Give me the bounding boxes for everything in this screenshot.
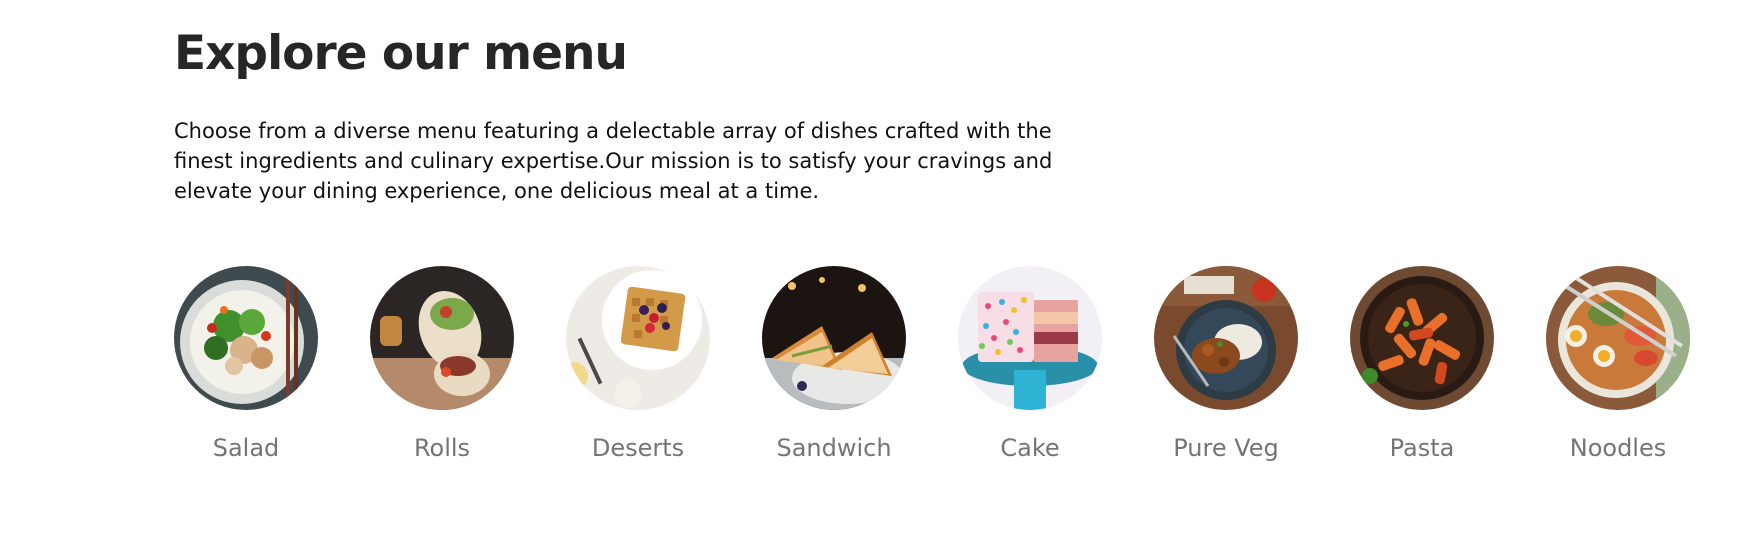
category-label: Cake — [1000, 434, 1060, 462]
category-label: Rolls — [413, 434, 471, 462]
noodles-image[interactable] — [1546, 266, 1690, 410]
menu-title: Explore our menu — [174, 26, 628, 81]
rolls-image[interactable] — [370, 266, 514, 410]
category-label: Noodles — [1569, 434, 1667, 462]
category-item-pasta[interactable]: Pasta — [1350, 266, 1494, 462]
category-label: Sandwich — [776, 434, 892, 462]
category-label: Salad — [212, 434, 280, 462]
category-label: Pasta — [1389, 434, 1455, 462]
category-item-sandwich[interactable]: Sandwich — [762, 266, 906, 462]
category-item-salad[interactable]: Salad — [174, 266, 318, 462]
category-item-deserts[interactable]: Deserts — [566, 266, 710, 462]
category-item-pure-veg[interactable]: Pure Veg — [1154, 266, 1298, 462]
salad-image[interactable] — [174, 266, 318, 410]
pasta-image[interactable] — [1350, 266, 1494, 410]
category-label: Deserts — [591, 434, 685, 462]
sandwich-image[interactable] — [762, 266, 906, 410]
cake-image[interactable] — [958, 266, 1102, 410]
deserts-image[interactable] — [566, 266, 710, 410]
category-label: Pure Veg — [1173, 434, 1279, 462]
menu-description: Choose from a diverse menu featuring a d… — [174, 119, 1053, 203]
category-item-noodles[interactable]: Noodles — [1546, 266, 1690, 462]
category-list: Salad Rolls Deserts Sandwich Cake Pure V… — [174, 266, 1690, 462]
category-item-cake[interactable]: Cake — [958, 266, 1102, 462]
pure-veg-image[interactable] — [1154, 266, 1298, 410]
category-item-rolls[interactable]: Rolls — [370, 266, 514, 462]
